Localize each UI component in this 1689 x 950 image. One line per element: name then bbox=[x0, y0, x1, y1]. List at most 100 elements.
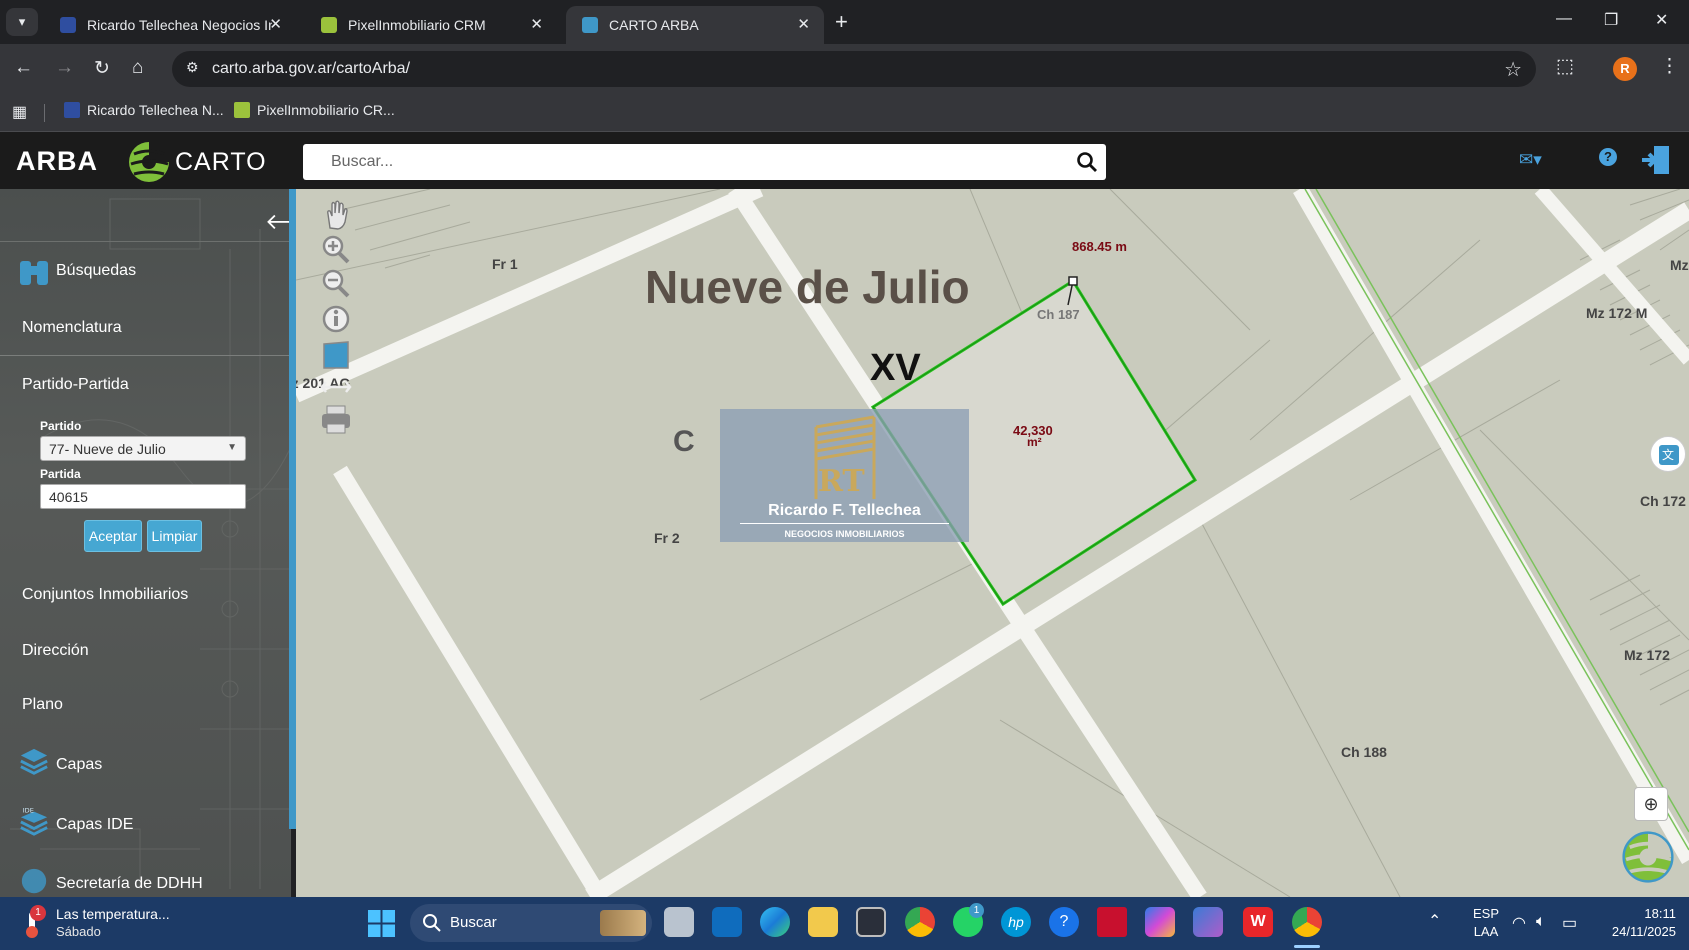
partido-select[interactable]: 77- Nueve de Julio ▼ bbox=[40, 436, 246, 461]
photos-icon[interactable] bbox=[1193, 907, 1223, 937]
pan-hand-icon[interactable] bbox=[318, 198, 354, 232]
chrome-icon[interactable] bbox=[905, 907, 935, 937]
help-icon[interactable]: ? bbox=[1599, 148, 1617, 166]
info-icon[interactable] bbox=[318, 302, 354, 336]
search-highlight-image bbox=[600, 910, 646, 936]
back-icon[interactable]: ← bbox=[14, 57, 33, 79]
chevron-up-icon[interactable]: ⌃ bbox=[1428, 911, 1441, 931]
weather-widget-day: Sábado bbox=[56, 924, 101, 939]
outlook-icon[interactable] bbox=[712, 907, 742, 937]
measure-area-icon[interactable] bbox=[318, 338, 354, 372]
sidebar-item-nomenclatura[interactable]: Nomenclatura bbox=[22, 319, 122, 337]
microsoft-store-icon[interactable] bbox=[856, 907, 886, 937]
tab-favicon-icon bbox=[60, 17, 76, 33]
zoom-in-icon[interactable] bbox=[318, 232, 354, 266]
close-tab-icon[interactable]: ✕ bbox=[530, 15, 543, 33]
bookmark-favicon-icon bbox=[234, 102, 250, 118]
browser-toolbar: ← → ↻ ⌂ ⚙ carto.arba.gov.ar/cartoArba/ ☆… bbox=[0, 44, 1689, 94]
bookmark-item[interactable]: PixelInmobiliario CR... bbox=[234, 102, 395, 118]
keyboard-layout[interactable]: LAA bbox=[1466, 924, 1506, 939]
edge-icon[interactable] bbox=[760, 907, 790, 937]
copilot-icon[interactable] bbox=[1145, 907, 1175, 937]
locate-me-button[interactable]: ⊕ bbox=[1634, 787, 1668, 821]
battery-icon[interactable]: ▭ bbox=[1562, 913, 1577, 933]
mcafee-icon[interactable] bbox=[1097, 907, 1127, 937]
extensions-icon[interactable]: ⬚ bbox=[1556, 55, 1574, 78]
chacra-label: Ch 172 bbox=[1640, 493, 1686, 509]
watermark-name: Ricardo F. Tellechea bbox=[768, 502, 921, 519]
home-icon[interactable]: ⌂ bbox=[132, 57, 143, 79]
taskbar-search[interactable]: Buscar bbox=[410, 904, 652, 942]
reload-icon[interactable]: ↻ bbox=[94, 57, 110, 80]
bookmark-label: Ricardo Tellechea N... bbox=[87, 102, 224, 118]
task-view-icon[interactable] bbox=[664, 907, 694, 937]
restore-icon[interactable]: ❐ bbox=[1604, 10, 1618, 30]
new-tab-button[interactable]: + bbox=[835, 9, 848, 35]
forward-icon[interactable]: → bbox=[55, 57, 74, 79]
translate-button[interactable]: 文 bbox=[1650, 436, 1686, 472]
sidebar-resize-handle[interactable] bbox=[289, 189, 296, 829]
map-toolbar bbox=[318, 196, 354, 446]
sidebar-item-direccion[interactable]: Dirección bbox=[22, 642, 89, 660]
profile-avatar[interactable]: R bbox=[1613, 57, 1637, 81]
sidebar-item-plano[interactable]: Plano bbox=[22, 696, 63, 714]
browser-tab-active[interactable]: CARTO ARBA ✕ bbox=[566, 6, 824, 44]
watermark-divider bbox=[740, 523, 949, 524]
print-icon[interactable] bbox=[318, 402, 354, 436]
volume-icon[interactable]: 🔈︎ bbox=[1536, 913, 1546, 931]
file-explorer-icon[interactable] bbox=[808, 907, 838, 937]
svg-text:文: 文 bbox=[1662, 447, 1674, 462]
site-info-icon[interactable]: ⚙ bbox=[186, 59, 206, 79]
measure-distance-icon[interactable] bbox=[318, 370, 354, 404]
sidebar-item-capas[interactable]: Capas bbox=[56, 756, 102, 774]
login-icon[interactable] bbox=[1640, 144, 1672, 176]
sidebar-item-conjuntos-inmobiliarios[interactable]: Conjuntos Inmobiliarios bbox=[22, 586, 188, 604]
limpiar-button[interactable]: Limpiar bbox=[147, 520, 202, 552]
sidebar-item-capas-ide[interactable]: Capas IDE bbox=[56, 816, 133, 834]
clock-date[interactable]: 24/11/2025 bbox=[1596, 924, 1676, 939]
whatsapp-badge: 1 bbox=[969, 903, 984, 918]
weather-widget-title[interactable]: Las temperatura... bbox=[56, 906, 170, 922]
wifi-icon[interactable]: ◠ bbox=[1512, 913, 1526, 933]
manzana-label: Mz bbox=[1670, 257, 1689, 273]
partida-input[interactable] bbox=[40, 484, 246, 509]
circunscripcion-label: XV bbox=[870, 347, 921, 389]
aceptar-button[interactable]: Aceptar bbox=[84, 520, 142, 552]
minimize-icon[interactable]: — bbox=[1556, 10, 1572, 28]
map-search-input[interactable] bbox=[303, 144, 1063, 180]
url-text[interactable]: carto.arba.gov.ar/cartoArba/ bbox=[212, 60, 410, 78]
sidebar-divider bbox=[0, 355, 289, 356]
wps-office-icon[interactable]: W bbox=[1243, 907, 1273, 937]
close-window-icon[interactable]: ✕ bbox=[1655, 10, 1668, 30]
sidebar-item-secretaria-ddhh[interactable]: Secretaría de DDHH bbox=[56, 875, 203, 893]
browser-tab[interactable]: PixelInmobiliario CRM ✕ bbox=[305, 6, 557, 44]
arba-logo[interactable]: ARBA bbox=[16, 146, 98, 177]
browser-tab-bar: ▾ Ricardo Tellechea Negocios Inm ✕ Pixel… bbox=[0, 0, 1689, 44]
collapse-sidebar-icon[interactable]: 🡐 bbox=[265, 209, 291, 235]
ddhh-icon bbox=[21, 868, 47, 894]
search-icon[interactable] bbox=[1076, 151, 1098, 173]
language-code[interactable]: ESP bbox=[1466, 906, 1506, 921]
sidebar-item-busquedas[interactable]: Búsquedas bbox=[56, 262, 136, 280]
mail-dropdown-icon[interactable]: ✉▾ bbox=[1519, 150, 1542, 170]
map-canvas[interactable]: RT Ricardo F. Tellechea NEGOCIOS INMOBIL… bbox=[296, 189, 1689, 897]
sidebar-item-partido-partida[interactable]: Partido-Partida bbox=[22, 376, 129, 394]
close-tab-icon[interactable]: ✕ bbox=[797, 15, 810, 33]
zoom-out-icon[interactable] bbox=[318, 266, 354, 300]
ide-badge-label: IDE bbox=[23, 807, 34, 815]
get-help-icon[interactable]: ? bbox=[1049, 907, 1079, 937]
hp-icon[interactable]: hp bbox=[1001, 907, 1031, 937]
bookmark-star-icon[interactable]: ☆ bbox=[1504, 57, 1522, 82]
bookmark-item[interactable]: Ricardo Tellechea N... bbox=[64, 102, 224, 118]
app-header: ARBA CARTO ✉▾ ? bbox=[0, 132, 1689, 189]
windows-start-icon[interactable] bbox=[368, 910, 395, 937]
address-bar[interactable]: ⚙ carto.arba.gov.ar/cartoArba/ ☆ bbox=[172, 51, 1536, 87]
tab-search-button[interactable]: ▾ bbox=[6, 8, 38, 36]
close-tab-icon[interactable]: ✕ bbox=[269, 15, 282, 33]
chrome-profile-icon[interactable] bbox=[1292, 907, 1322, 937]
chrome-menu-icon[interactable]: ⋮ bbox=[1660, 55, 1679, 78]
apps-grid-icon[interactable]: ▦ bbox=[12, 102, 27, 122]
browser-tab[interactable]: Ricardo Tellechea Negocios Inm ✕ bbox=[44, 6, 296, 44]
manzana-label: Mz 172 bbox=[1624, 647, 1670, 663]
clock-time[interactable]: 18:11 bbox=[1596, 906, 1676, 921]
